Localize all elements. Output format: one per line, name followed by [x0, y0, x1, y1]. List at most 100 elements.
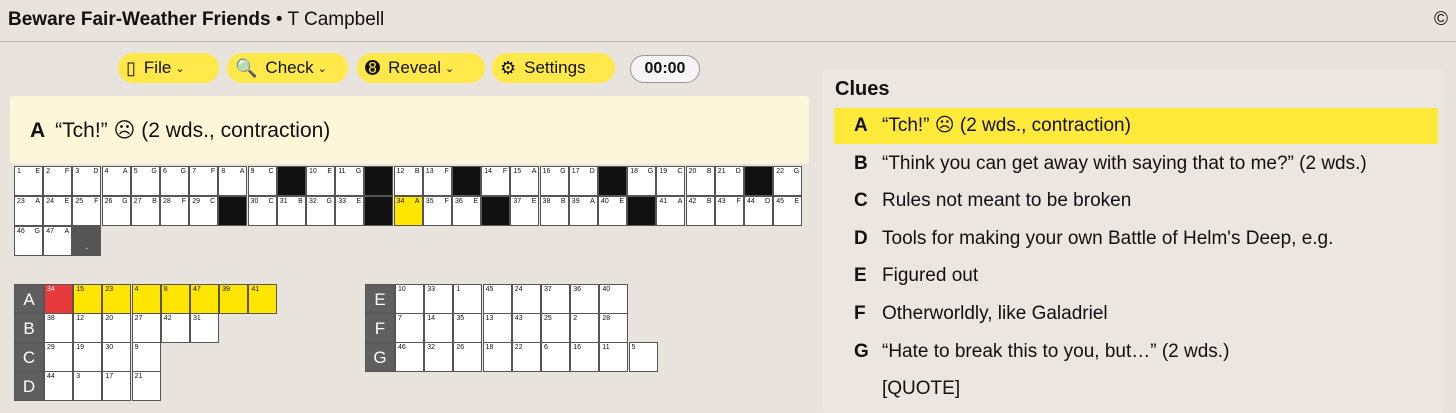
grid-cell[interactable]: 11 G — [335, 166, 365, 196]
grid-cell[interactable]: 23 A — [14, 196, 43, 226]
grid-cell[interactable]: 10 E — [306, 166, 335, 196]
answer-cell[interactable]: 38 — [44, 313, 73, 343]
clue-item[interactable]: C Rules not meant to be broken — [834, 183, 1438, 219]
grid-cell[interactable]: 1E — [14, 166, 43, 196]
grid-cell[interactable]: 47 A — [43, 226, 73, 256]
grid-cell[interactable]: 16 G — [539, 166, 569, 196]
reveal-button[interactable]: ➑ Reveal ⌄ — [357, 53, 485, 83]
grid-cell[interactable]: 20 B — [685, 166, 715, 196]
answer-cell[interactable]: 30 — [102, 342, 132, 372]
answer-cell[interactable]: 5 — [628, 342, 658, 372]
grid-cell[interactable]: 43 F — [714, 196, 744, 226]
answer-cell[interactable]: 25 — [541, 313, 570, 343]
answer-row-label[interactable]: B — [14, 313, 44, 343]
answer-cell[interactable]: 2 — [570, 313, 600, 343]
answer-cell[interactable]: 47 — [190, 284, 219, 314]
answer-row-label[interactable]: C — [14, 342, 44, 372]
grid-cell[interactable]: 44 D — [744, 196, 773, 226]
grid-cell[interactable]: 19 C — [656, 166, 686, 196]
grid-cell[interactable]: 8A — [218, 166, 248, 196]
answer-cell[interactable]: 3 — [73, 371, 103, 401]
answer-cell[interactable]: 17 — [102, 371, 132, 401]
answer-cell[interactable]: 42 — [160, 313, 190, 343]
grid-cell[interactable]: 26 G — [101, 196, 131, 226]
answer-cell[interactable]: 35 — [453, 313, 483, 343]
answer-cell[interactable]: 14 — [424, 313, 454, 343]
grid-cell[interactable]: 45 E — [773, 196, 803, 226]
grid-cell[interactable]: 5G — [130, 166, 160, 196]
settings-button[interactable]: ⚙ Settings — [492, 53, 615, 83]
clue-item[interactable]: F Otherworldly, like Galadriel — [834, 296, 1438, 332]
grid-cell[interactable]: 36 E — [452, 196, 481, 226]
answer-cell[interactable]: 33 — [424, 284, 454, 314]
answer-cell[interactable]: 6 — [541, 342, 570, 372]
answer-cell[interactable]: 37 — [541, 284, 570, 314]
grid-cell[interactable]: 14 F — [481, 166, 511, 196]
copyright-icon[interactable]: © — [1434, 9, 1448, 31]
grid-cell[interactable]: 18 G — [627, 166, 657, 196]
clue-item[interactable]: A “Tch!” ☹ (2 wds., contraction) — [834, 108, 1438, 144]
grid-cell[interactable]: 46 G — [14, 226, 43, 256]
grid-cell[interactable]: 38 B — [539, 196, 569, 226]
answer-cell[interactable]: 24 — [511, 284, 541, 314]
answer-cell[interactable]: 9 — [131, 342, 161, 372]
answer-cell[interactable]: 21 — [131, 371, 161, 401]
grid-cell[interactable]: 29 C — [189, 196, 219, 226]
grid-cell[interactable]: 31 B — [276, 196, 306, 226]
answer-cell[interactable]: 7 — [395, 313, 424, 343]
file-button[interactable]: ▯ File ⌄ — [118, 53, 219, 83]
grid-cell[interactable]: 28 F — [160, 196, 189, 226]
grid-cell[interactable]: 33 E — [335, 196, 365, 226]
grid-cell[interactable]: 42 B — [685, 196, 715, 226]
clue-item[interactable]: G “Hate to break this to you, but…” (2 wd… — [834, 334, 1438, 370]
grid-cell[interactable]: 21 D — [714, 166, 744, 196]
answer-cell[interactable]: 27 — [131, 313, 161, 343]
answer-cell[interactable]: 28 — [599, 313, 629, 343]
grid-cell[interactable]: 34 A — [393, 196, 423, 226]
grid-cell[interactable]: 2F — [43, 166, 73, 196]
answer-cell[interactable]: 15 — [73, 284, 103, 314]
answer-cell[interactable]: 26 — [453, 342, 483, 372]
answer-cell[interactable]: 40 — [599, 284, 629, 314]
answer-cell[interactable]: 13 — [482, 313, 512, 343]
grid-cell[interactable]: 27 B — [130, 196, 160, 226]
grid-cell[interactable]: 6G — [160, 166, 189, 196]
check-button[interactable]: 🔍 Check ⌄ — [227, 53, 348, 83]
answer-cell[interactable]: 45 — [482, 284, 512, 314]
grid-cell[interactable]: 24 E — [43, 196, 73, 226]
answer-cell[interactable]: 41 — [248, 284, 278, 314]
clue-item[interactable]: E Figured out — [834, 258, 1438, 294]
grid-cell[interactable]: 4A — [101, 166, 131, 196]
answer-row-label[interactable]: A — [14, 284, 44, 314]
answer-row-label[interactable]: D — [14, 371, 44, 401]
answer-cell[interactable]: 4 — [131, 284, 161, 314]
answer-cell[interactable]: 22 — [511, 342, 541, 372]
answer-cell[interactable]: 8 — [160, 284, 190, 314]
answer-cell[interactable]: 20 — [102, 313, 132, 343]
answer-cell[interactable]: 34 — [44, 284, 73, 314]
answer-cell[interactable]: 18 — [482, 342, 512, 372]
answer-cell[interactable]: 36 — [570, 284, 600, 314]
answer-row-label[interactable]: F — [365, 313, 395, 343]
grid-cell[interactable]: 35 F — [422, 196, 452, 226]
grid-cell[interactable]: 9C — [247, 166, 277, 196]
answer-cell[interactable]: 43 — [511, 313, 541, 343]
grid-cell[interactable]: 17 D — [568, 166, 598, 196]
grid-end-cell[interactable]: . — [72, 226, 102, 256]
answer-cell[interactable]: 16 — [570, 342, 600, 372]
timer[interactable]: 00:00 — [630, 55, 700, 83]
grid-cell[interactable]: 37 E — [510, 196, 540, 226]
clue-item[interactable]: D Tools for making your own Battle of Hel… — [834, 221, 1438, 257]
clue-item[interactable]: [QUOTE] — [834, 371, 1438, 407]
answer-cell[interactable]: 39 — [219, 284, 249, 314]
grid-cell[interactable]: 30 C — [247, 196, 277, 226]
answer-cell[interactable]: 11 — [599, 342, 629, 372]
grid-cell[interactable]: 22 G — [773, 166, 803, 196]
answer-cell[interactable]: 19 — [73, 342, 103, 372]
answer-cell[interactable]: 12 — [73, 313, 103, 343]
answer-cell[interactable]: 46 — [395, 342, 424, 372]
grid-cell[interactable]: 32 G — [306, 196, 335, 226]
grid-cell[interactable]: 3D — [72, 166, 102, 196]
answer-cell[interactable]: 29 — [44, 342, 73, 372]
answer-cell[interactable]: 23 — [102, 284, 132, 314]
